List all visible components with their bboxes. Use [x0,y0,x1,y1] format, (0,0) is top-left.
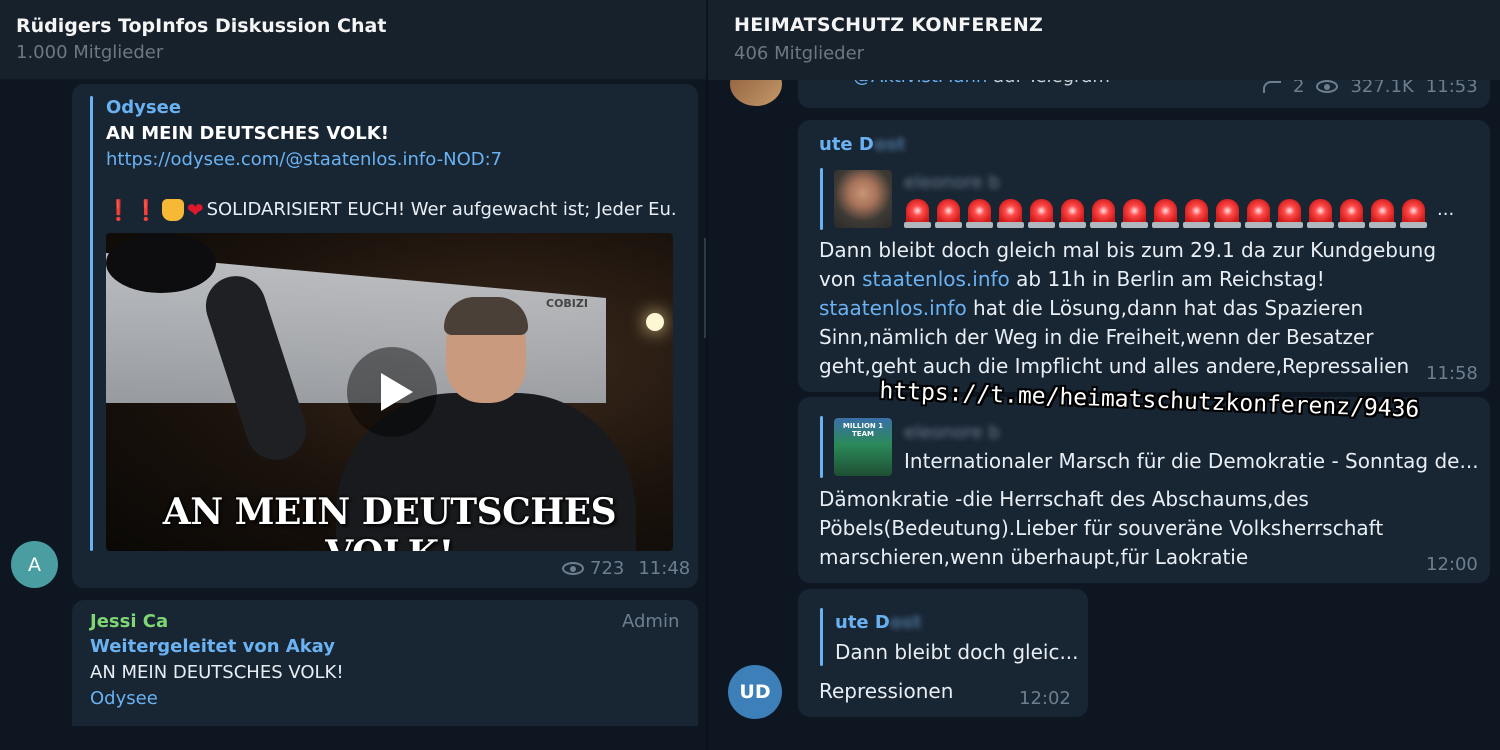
message-time: 12:00 [1426,554,1478,575]
video-hat [106,233,216,293]
description-text: SOLIDARISIERT EUCH! Wer aufgewacht ist; … [206,199,676,220]
avatar[interactable]: A [11,541,58,588]
play-icon [381,373,413,411]
ellipsis: ... [1437,199,1455,220]
reply-author[interactable]: Jessi Ca [90,611,168,632]
message-time: 12:02 [1019,688,1071,709]
siren-icon [1028,199,1055,228]
siren-icon [1152,199,1179,228]
quote-bar [820,416,823,478]
video-caption: AN MEIN DEUTSCHES VOLK! [162,491,617,551]
quoted-author: eleonore b [904,422,1000,443]
link-url[interactable]: https://odysee.com/@staatenlos.info-NOD:… [106,149,502,170]
message-author[interactable]: ute Dost [819,134,906,155]
quoted-author: eleonore b [904,172,1000,193]
siren-icon [1121,199,1148,228]
siren-icon [1183,199,1210,228]
exclamation-icon: ❗ [106,198,131,222]
reply-icon [1263,80,1281,93]
right-chat-header[interactable]: HEIMATSCHUTZ KONFERENZ 406 Mitglieder [708,0,1500,80]
siren-icon [935,199,962,228]
siren-icon [904,199,931,228]
siren-icon [997,199,1024,228]
post-time: 11:48 [638,558,691,579]
siren-icon [1307,199,1334,228]
eye-icon [1316,80,1339,93]
siren-icon [1338,199,1365,228]
chat-title: HEIMATSCHUTZ KONFERENZ [734,14,1044,36]
chat-title: Rüdigers TopInfos Diskussion Chat [16,15,387,37]
left-chat-header[interactable]: Rüdigers TopInfos Diskussion Chat 1.000 … [0,0,706,80]
message-text: Dämonkratie -die Herrschaft des Abschaum… [819,487,1384,569]
link-preview-bar [90,96,93,551]
reply-text: AN MEIN DEUTSCHES VOLK! [90,662,344,683]
thumbs-up-icon [161,199,184,221]
video-preview[interactable]: COBIZI AN MEIN DEUTSCHES VOLK! [106,233,673,551]
quoted-text: Dann bleibt doch gleic... [835,640,1079,664]
video-person-hair [444,297,528,335]
video-lamp [646,313,664,331]
siren-icon [1276,199,1303,228]
message-time: 11:58 [1426,363,1478,384]
member-count: 406 Mitglieder [734,43,865,64]
siren-icon [966,199,993,228]
quote-thumbnail: MILLION 1 TEAM [834,418,892,476]
link-preview-description: ❗ ❗ ❤ SOLIDARISIERT EUCH! Wer aufgewacht is… [106,198,676,222]
left-chat-pane: Rüdigers TopInfos Diskussion Chat 1.000 … [0,0,706,750]
siren-icon [1090,199,1117,228]
siren-icon [1369,199,1396,228]
link-preview-site: Odysee [106,97,182,118]
heart-icon: ❤ [186,198,204,222]
message-text: Dann bleibt doch gleich mal bis zum 29.1… [819,238,1437,378]
quote-bar [820,168,823,230]
avatar[interactable]: UD [728,665,782,719]
link-preview-title: AN MEIN DEUTSCHES VOLK! [106,123,389,144]
video-tent-text: COBIZI [546,297,588,310]
eye-icon [562,562,584,575]
scrollbar[interactable] [704,238,706,338]
quoted-author: ute Dost [835,612,922,633]
member-count: 1.000 Mitglieder [16,42,164,63]
siren-emoji-row: ... [904,199,1455,228]
message-text: Repressionen [819,679,954,703]
siren-icon [1245,199,1272,228]
siren-icon [1059,199,1086,228]
post-meta: 723 11:48 [562,558,690,579]
link[interactable]: staatenlos.info [819,296,967,320]
right-chat-pane: @AktivistMann auf Telegram 2 327.1K 11:5… [708,0,1500,750]
play-button[interactable] [347,347,437,437]
siren-icon [1214,199,1241,228]
exclamation-icon: ❗ [133,198,159,222]
view-count: 723 [590,558,625,579]
quoted-text: Internationaler Marsch für die Demokrati… [904,449,1479,473]
forwarded-from[interactable]: Weitergeleitet von Akay [90,636,335,657]
siren-icon [1400,199,1427,228]
quote-thumbnail [834,170,892,228]
link[interactable]: staatenlos.info [862,267,1010,291]
quote-bar [820,608,823,666]
admin-badge: Admin [622,611,680,632]
reply-site: Odysee [90,688,158,709]
